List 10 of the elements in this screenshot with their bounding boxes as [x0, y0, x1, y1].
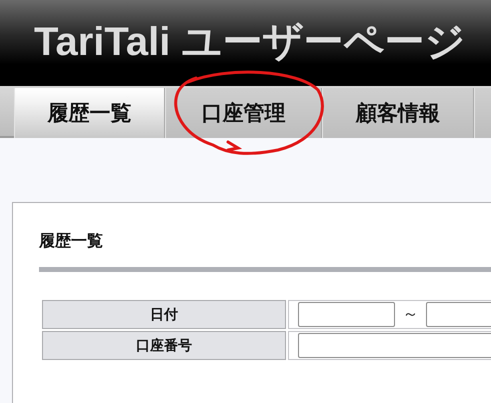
tab[interactable]: 口座管理 — [165, 88, 322, 138]
field-label: 口座番号 — [42, 331, 286, 360]
tab[interactable]: 顧客情報 — [322, 88, 474, 138]
field-label: 日付 — [42, 300, 286, 329]
section-heading: 履歴一覧 — [39, 232, 104, 252]
tab[interactable]: 履歴一覧 — [14, 88, 165, 138]
site-title: TariTali ユーザーページ — [34, 19, 466, 66]
start-date-field[interactable] — [298, 302, 396, 327]
range-separator: ～ — [402, 305, 420, 325]
account-number-field[interactable] — [298, 333, 491, 358]
